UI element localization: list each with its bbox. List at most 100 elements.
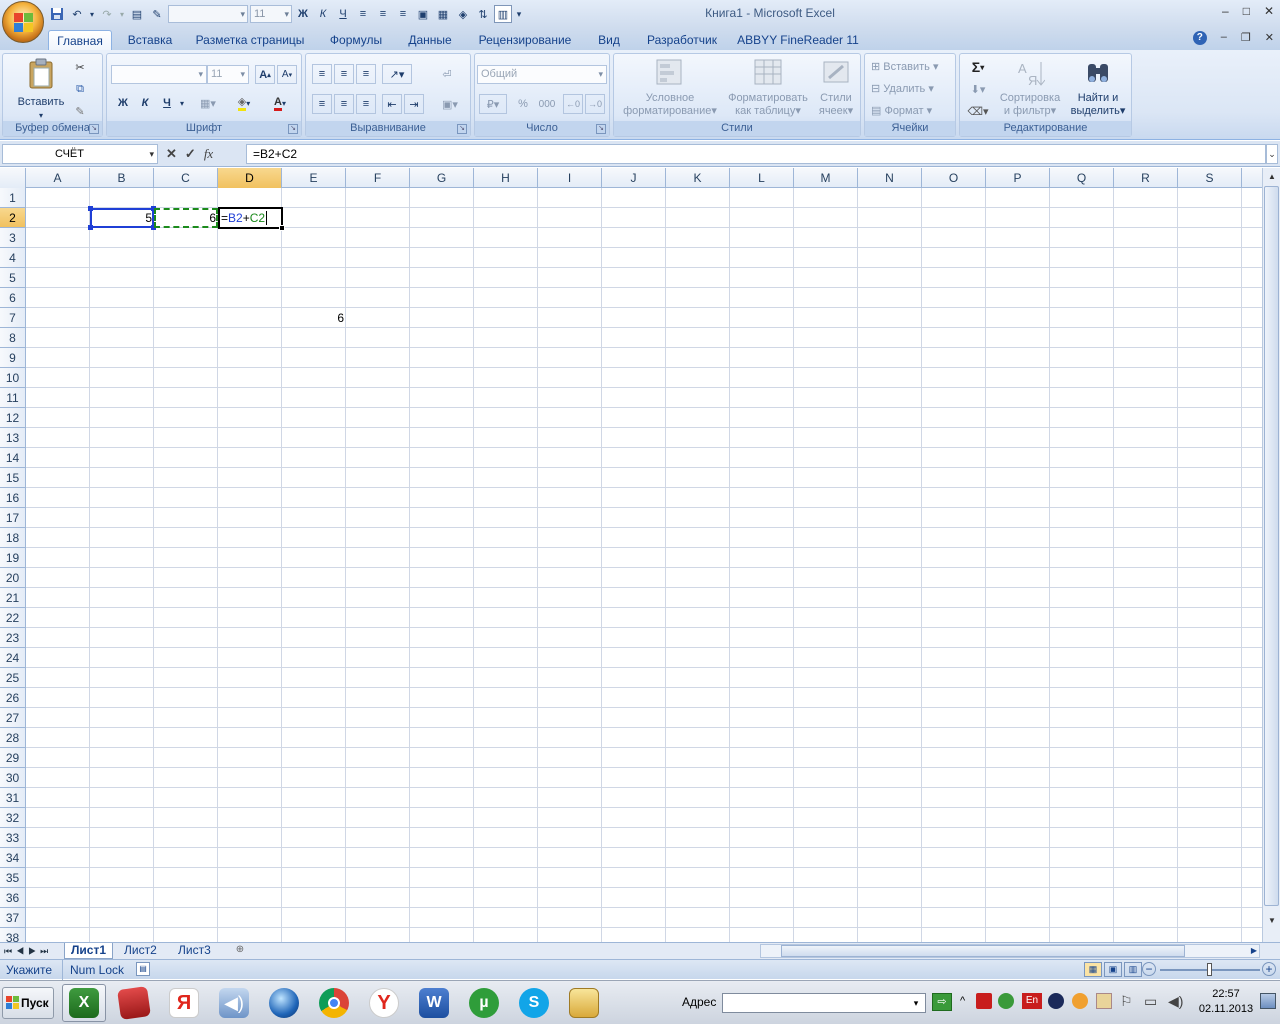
- align-left-button-icon[interactable]: ≡: [312, 94, 332, 114]
- column-header[interactable]: M: [794, 168, 858, 188]
- address-dropdown-icon[interactable]: ▾: [908, 995, 924, 1011]
- row-header[interactable]: 24: [0, 648, 26, 668]
- tab-data[interactable]: Данные: [400, 30, 460, 50]
- row-header[interactable]: 8: [0, 328, 26, 348]
- row-header[interactable]: 6: [0, 288, 26, 308]
- row-header[interactable]: 15: [0, 468, 26, 488]
- column-header[interactable]: I: [538, 168, 602, 188]
- enter-entry-icon[interactable]: ✓: [185, 146, 196, 162]
- cell-b2[interactable]: 5: [90, 208, 154, 228]
- sheet-nav-icons[interactable]: ⏮◀▶⏭: [4, 943, 52, 959]
- row-header[interactable]: 10: [0, 368, 26, 388]
- align-center-button-icon[interactable]: ≡: [334, 94, 354, 114]
- row-header[interactable]: 1: [0, 188, 26, 208]
- row-header[interactable]: 13: [0, 428, 26, 448]
- tab-developer[interactable]: Разработчик: [638, 30, 726, 50]
- row-header[interactable]: 4: [0, 248, 26, 268]
- font-name-combo[interactable]: [111, 65, 207, 84]
- show-desktop-icon[interactable]: [1260, 993, 1276, 1009]
- language-indicator[interactable]: En: [1022, 993, 1042, 1009]
- wrap-text-icon[interactable]: ⏎: [436, 64, 458, 84]
- minimize-button[interactable]: ‒: [1222, 4, 1229, 18]
- zoom-in-icon[interactable]: +: [1262, 962, 1276, 976]
- row-header[interactable]: 19: [0, 548, 26, 568]
- cell-styles-button[interactable]: Стили ячеек▾: [814, 58, 858, 118]
- clipboard-launcher-icon[interactable]: ↘: [89, 124, 99, 134]
- underline-dropdown-icon[interactable]: ▾: [177, 93, 187, 113]
- clear-icon[interactable]: ⌫▾: [964, 102, 992, 120]
- column-header[interactable]: S: [1178, 168, 1242, 188]
- zoom-slider-thumb[interactable]: [1207, 963, 1212, 976]
- borders-button-icon[interactable]: ▦▾: [195, 93, 221, 113]
- help-icon[interactable]: ?: [1192, 31, 1207, 45]
- row-header[interactable]: 12: [0, 408, 26, 428]
- tab-page-layout[interactable]: Разметка страницы: [190, 30, 310, 50]
- workbook-minimize-button[interactable]: ‒: [1221, 31, 1227, 45]
- row-header[interactable]: 9: [0, 348, 26, 368]
- row-header[interactable]: 31: [0, 788, 26, 808]
- row-header[interactable]: 14: [0, 448, 26, 468]
- row-header[interactable]: 22: [0, 608, 26, 628]
- format-painter-button-icon[interactable]: ✎: [71, 102, 89, 120]
- column-header[interactable]: D: [218, 168, 282, 188]
- column-header[interactable]: N: [858, 168, 922, 188]
- taskbar-chrome[interactable]: [312, 984, 356, 1022]
- row-header[interactable]: 25: [0, 668, 26, 688]
- insert-function-button[interactable]: fx: [204, 146, 213, 162]
- taskbar-explorer[interactable]: [562, 984, 606, 1022]
- sheet-tab-1[interactable]: Лист1: [64, 943, 114, 959]
- increase-indent-icon[interactable]: ⇥: [404, 94, 424, 114]
- column-header[interactable]: B: [90, 168, 154, 188]
- vertical-scroll-thumb[interactable]: [1264, 186, 1279, 906]
- alignment-launcher-icon[interactable]: ↘: [457, 124, 467, 134]
- page-layout-view-icon[interactable]: ▣: [1104, 962, 1122, 977]
- cell-d2-editing[interactable]: =B2+C2: [220, 208, 280, 228]
- tab-review[interactable]: Рецензирование: [470, 30, 580, 50]
- font-color-button-icon[interactable]: A ▾: [265, 93, 295, 113]
- scroll-right-icon[interactable]: ▶: [1251, 945, 1257, 957]
- percent-button[interactable]: %: [513, 94, 533, 114]
- italic-button[interactable]: К: [135, 93, 155, 113]
- column-header[interactable]: A: [26, 168, 90, 188]
- row-header[interactable]: 36: [0, 888, 26, 908]
- cancel-entry-icon[interactable]: ✕: [166, 146, 177, 162]
- maximize-button[interactable]: □: [1243, 4, 1250, 18]
- row-header[interactable]: 5: [0, 268, 26, 288]
- cell-c2[interactable]: 6: [154, 208, 218, 228]
- bold-button[interactable]: Ж: [113, 93, 133, 113]
- page-break-view-icon[interactable]: ▥: [1124, 962, 1142, 977]
- taskbar-skype[interactable]: S: [512, 984, 556, 1022]
- workbook-close-button[interactable]: ✕: [1265, 31, 1274, 45]
- column-header[interactable]: K: [666, 168, 730, 188]
- taskbar-audio[interactable]: ◀): [212, 984, 256, 1022]
- address-input[interactable]: [722, 993, 926, 1013]
- merge-center-icon[interactable]: ▣▾: [436, 94, 464, 114]
- office-button[interactable]: [2, 1, 44, 43]
- taskbar-yandex[interactable]: Я: [162, 984, 206, 1022]
- column-header[interactable]: L: [730, 168, 794, 188]
- row-header[interactable]: 34: [0, 848, 26, 868]
- tray-notes-icon[interactable]: [1096, 993, 1112, 1009]
- row-header[interactable]: 18: [0, 528, 26, 548]
- copy-icon[interactable]: ⧉: [71, 80, 89, 98]
- taskbar-yandex-browser[interactable]: Y: [362, 984, 406, 1022]
- tray-app-icon[interactable]: [1048, 993, 1064, 1009]
- taskbar-acrobat[interactable]: [112, 984, 156, 1022]
- scroll-up-icon[interactable]: ▲: [1265, 170, 1279, 184]
- column-header[interactable]: G: [410, 168, 474, 188]
- sheet-tab-3[interactable]: Лист3: [172, 943, 217, 959]
- go-icon[interactable]: ⇨: [932, 993, 952, 1011]
- taskbar-media[interactable]: [262, 984, 306, 1022]
- column-header[interactable]: P: [986, 168, 1050, 188]
- column-header[interactable]: J: [602, 168, 666, 188]
- insert-cells-button[interactable]: ⊞ Вставить ▾: [871, 60, 939, 73]
- row-header[interactable]: 26: [0, 688, 26, 708]
- expand-formula-bar-icon[interactable]: ⌄: [1266, 144, 1278, 164]
- autosum-button[interactable]: Σ ▾: [964, 58, 992, 76]
- row-header[interactable]: 7: [0, 308, 26, 328]
- underline-button[interactable]: Ч: [157, 93, 177, 113]
- row-header[interactable]: 2: [0, 208, 26, 228]
- vertical-scrollbar[interactable]: ▲ ▼: [1262, 168, 1280, 942]
- shrink-font-button[interactable]: A ▾: [277, 65, 297, 84]
- number-format-combo[interactable]: Общий: [477, 65, 607, 84]
